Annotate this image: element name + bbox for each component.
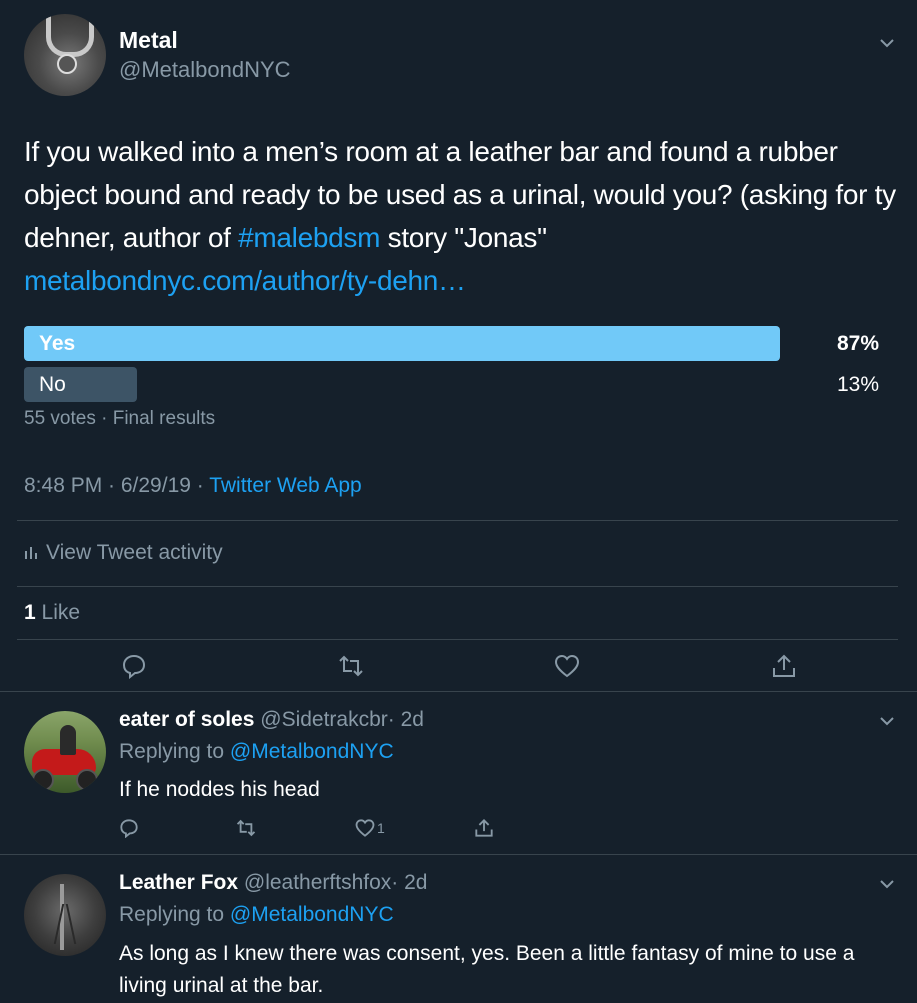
reply-like-count: 1 [377, 820, 385, 836]
poll-percent-no: 13% [836, 373, 879, 396]
reply-author-handle[interactable]: @leatherftshfox [244, 871, 391, 894]
reply-icon[interactable] [119, 818, 139, 838]
view-tweet-activity-label: View Tweet activity [46, 541, 223, 564]
view-tweet-activity[interactable]: View Tweet activity [24, 541, 223, 565]
reply-avatar[interactable] [24, 874, 106, 956]
share-icon[interactable] [771, 653, 797, 679]
poll-option-no: No [39, 373, 66, 396]
author-handle[interactable]: @MetalbondNYC [119, 57, 291, 83]
retweet-icon[interactable] [236, 818, 256, 838]
divider [0, 854, 917, 855]
divider [17, 520, 898, 521]
divider [0, 691, 917, 692]
reply-avatar[interactable] [24, 711, 106, 793]
chevron-down-icon[interactable] [878, 34, 896, 52]
reply-text: As long as I knew there was consent, yes… [119, 942, 855, 997]
likes-number: 1 [24, 601, 36, 624]
hashtag-link[interactable]: #malebdsm [238, 222, 380, 253]
like-icon[interactable] [554, 653, 580, 679]
reply-icon[interactable] [121, 653, 147, 679]
reply-author-name[interactable]: eater of soles [119, 708, 254, 731]
replying-to: Replying to @MetalbondNYC [119, 903, 394, 927]
author-name[interactable]: Metal [119, 27, 178, 54]
author-avatar[interactable] [24, 14, 106, 96]
share-icon[interactable] [474, 818, 494, 838]
likes-count[interactable]: 1 Like [24, 601, 80, 625]
likes-label: Like [35, 601, 81, 624]
poll-summary: 55 votes · Final results [24, 408, 216, 429]
divider [17, 639, 898, 640]
like-icon [355, 819, 375, 837]
chevron-down-icon[interactable] [878, 875, 896, 893]
timestamp-text: 8:48 PM · 6/29/19 · [24, 474, 210, 497]
poll-percent-yes: 87% [836, 332, 879, 355]
reply-author-name[interactable]: Leather Fox [119, 871, 238, 894]
bar-chart-icon [25, 547, 37, 559]
reply-header: Leather Fox @leatherftshfox· 2d [119, 871, 427, 895]
replying-to-prefix: Replying to [119, 740, 230, 763]
reply-age: · 2d [391, 871, 428, 894]
poll-option-yes: Yes [39, 332, 76, 355]
replying-to-prefix: Replying to [119, 903, 230, 926]
replying-to-link[interactable]: @MetalbondNYC [230, 903, 394, 926]
reply-text: If he noddes his head [119, 778, 320, 801]
tweet-text-middle: story "Jonas" [380, 222, 547, 253]
url-link[interactable]: metalbondnyc.com/author/ty-dehn… [24, 265, 466, 296]
tweet-timestamp: 8:48 PM · 6/29/19 · Twitter Web App [24, 474, 362, 498]
divider [17, 586, 898, 587]
reply-author-handle[interactable]: @Sidetrakcbr [260, 708, 388, 731]
retweet-icon[interactable] [338, 653, 364, 679]
reply-header: eater of soles @Sidetrakcbr· 2d [119, 708, 424, 732]
replying-to: Replying to @MetalbondNYC [119, 740, 394, 764]
replying-to-link[interactable]: @MetalbondNYC [230, 740, 394, 763]
reply-like-button[interactable]: 1 [355, 818, 385, 838]
chevron-down-icon[interactable] [878, 712, 896, 730]
source-link[interactable]: Twitter Web App [209, 474, 362, 497]
poll-bar-yes [24, 326, 780, 361]
reply-age: · 2d [387, 708, 424, 731]
tweet-text: If you walked into a men’s room at a lea… [24, 130, 904, 302]
